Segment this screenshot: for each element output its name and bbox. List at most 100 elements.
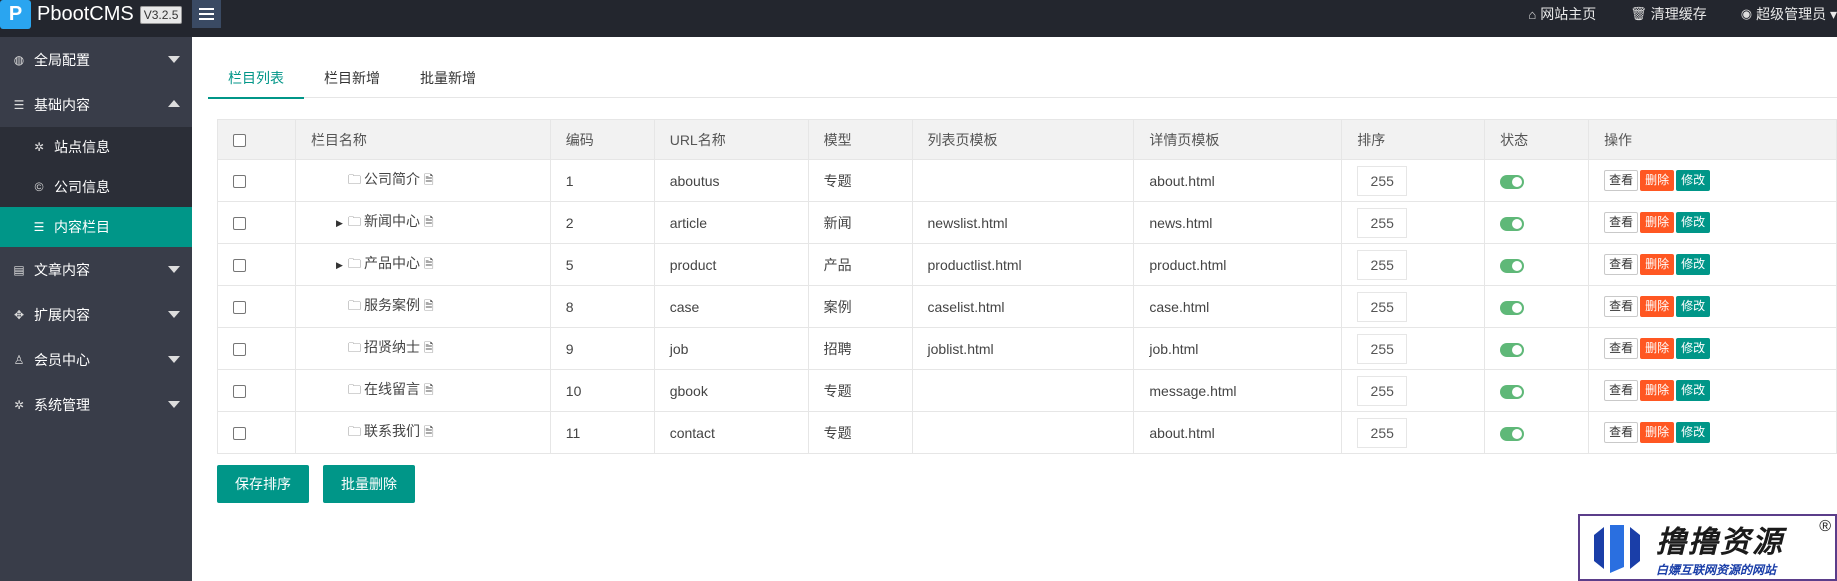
list-template-cell [911,369,1135,412]
view-button[interactable]: 查看 [1604,254,1639,275]
sort-input[interactable] [1357,417,1408,448]
sort-input[interactable] [1357,249,1408,280]
delete-button[interactable]: 删除 [1640,170,1675,191]
column-header: URL名称 [653,119,809,160]
status-toggle[interactable] [1500,258,1525,273]
column-name: 联系我们 [363,422,420,439]
url-name-cell: aboutus [653,159,809,202]
view-button[interactable]: 查看 [1604,170,1639,191]
delete-button[interactable]: 删除 [1640,380,1675,401]
site-home-link[interactable]: ⌂ 网站主页 [1528,4,1596,24]
row-checkbox[interactable] [233,385,246,399]
sidebar-item-company-info[interactable]: © 公司信息 [0,167,192,207]
admin-user-label: 超级管理员 ▾ [1756,6,1837,22]
delete-button[interactable]: 删除 [1640,338,1675,359]
logo-mark: P [0,0,31,29]
column-name-cell: ▶🗀联系我们🗎 [294,411,551,454]
sidebar-item-content-columns[interactable]: ☰ 内容栏目 [0,207,192,247]
sidebar-group-extended-content[interactable]: ✥ 扩展内容 [0,292,192,337]
sidebar-group-article-content[interactable]: ▤ 文章内容 [0,247,192,292]
sidebar-group-member-center[interactable]: ♙ 会员中心 [0,337,192,382]
sidebar-group-system-management[interactable]: ✲ 系统管理 [0,382,192,427]
clear-cache-link[interactable]: 🗑 清理缓存 [1630,4,1707,24]
sidebar-group-label: 文章内容 [34,261,90,278]
delete-button[interactable]: 删除 [1640,254,1675,275]
code-cell: 8 [549,285,655,328]
view-button[interactable]: 查看 [1604,212,1639,233]
status-toggle[interactable] [1500,300,1525,315]
row-checkbox[interactable] [233,259,246,273]
row-checkbox[interactable] [233,343,246,357]
code-cell: 5 [549,243,655,286]
table-header-row: 栏目名称 编码 URL名称 模型 列表页模板 详情页模板 排序 状态 操作 [217,119,1837,160]
sort-input[interactable] [1357,291,1408,322]
sort-input[interactable] [1357,375,1408,406]
row-checkbox[interactable] [233,217,246,231]
sort-input[interactable] [1357,333,1408,364]
view-button[interactable]: 查看 [1604,296,1639,317]
watermark-logo: 撸撸资源 白嫖互联网资源的网站 ® [1578,514,1837,581]
sliders-icon: ☰ [13,97,25,112]
code-cell: 11 [549,411,655,454]
tab-column-list[interactable]: 栏目列表 [208,58,304,99]
tab-batch-add[interactable]: 批量新增 [400,58,496,98]
watermark-title: 撸撸资源 [1656,526,1784,559]
edit-button[interactable]: 修改 [1676,170,1711,191]
expand-toggle-icon[interactable]: ▶ [336,218,348,229]
sidebar-group-basic-content[interactable]: ☰ 基础内容 [0,82,192,127]
status-toggle[interactable] [1500,384,1525,399]
sidebar-item-site-info[interactable]: ✲ 站点信息 [0,127,192,167]
model-cell: 案例 [807,285,913,328]
sidebar-group-global-config[interactable]: ◍ 全局配置 [0,37,192,82]
select-all-checkbox[interactable] [233,134,246,148]
batch-delete-button[interactable]: 批量删除 [323,465,415,503]
list-icon: ☰ [33,220,45,234]
model-cell: 专题 [807,369,913,412]
url-name-cell: case [653,285,809,328]
edit-button[interactable]: 修改 [1676,296,1711,317]
admin-user-menu[interactable]: ◉ 超级管理员 ▾ [1741,4,1837,24]
save-sort-button[interactable]: 保存排序 [217,465,309,503]
app-logo[interactable]: P PbootCMS V3.2.5 [0,0,183,29]
column-header: 详情页模板 [1133,119,1343,160]
sidebar: ◍ 全局配置 ☰ 基础内容 ✲ 站点信息 © 公司信息 ☰ 内容栏目 ▤ 文章内… [0,37,192,581]
status-toggle[interactable] [1500,426,1525,441]
status-toggle[interactable] [1500,216,1525,231]
folder-icon: 🗀 [347,381,361,397]
delete-button[interactable]: 删除 [1640,296,1675,317]
delete-button[interactable]: 删除 [1640,422,1675,443]
row-checkbox-cell [217,243,296,286]
menu-toggle-button[interactable] [192,0,221,28]
view-button[interactable]: 查看 [1604,422,1639,443]
edit-button[interactable]: 修改 [1676,254,1711,275]
edit-button[interactable]: 修改 [1676,338,1711,359]
expand-toggle-icon[interactable]: ▶ [336,260,348,271]
column-header: 状态 [1484,119,1590,160]
sidebar-item-label: 内容栏目 [54,219,110,235]
delete-button[interactable]: 删除 [1640,212,1675,233]
row-checkbox[interactable] [233,427,246,441]
edit-button[interactable]: 修改 [1676,422,1711,443]
column-name: 新闻中心 [363,212,420,229]
sort-input[interactable] [1357,165,1408,196]
sort-input[interactable] [1357,207,1408,238]
url-name-cell: gbook [653,369,809,412]
view-button[interactable]: 查看 [1604,338,1639,359]
edit-button[interactable]: 修改 [1676,212,1711,233]
edit-button[interactable]: 修改 [1676,380,1711,401]
top-header: P PbootCMS V3.2.5 ⌂ 网站主页 🗑 清理缓存 ◉ 超级管理员 … [0,0,1837,37]
status-cell [1484,327,1590,370]
status-cell [1484,159,1590,202]
view-button[interactable]: 查看 [1604,380,1639,401]
status-toggle[interactable] [1500,174,1525,189]
sort-cell [1341,285,1486,328]
watermark-text: 撸撸资源 白嫖互联网资源的网站 [1656,517,1784,578]
status-toggle[interactable] [1500,342,1525,357]
column-name: 公司简介 [363,170,420,187]
user-icon: ♙ [13,352,25,367]
tab-column-add[interactable]: 栏目新增 [304,58,400,98]
row-checkbox[interactable] [233,175,246,189]
header-links: ⌂ 网站主页 🗑 清理缓存 ◉ 超级管理员 ▾ [1494,0,1837,28]
detail-template-cell: job.html [1133,327,1343,370]
row-checkbox[interactable] [233,301,246,315]
